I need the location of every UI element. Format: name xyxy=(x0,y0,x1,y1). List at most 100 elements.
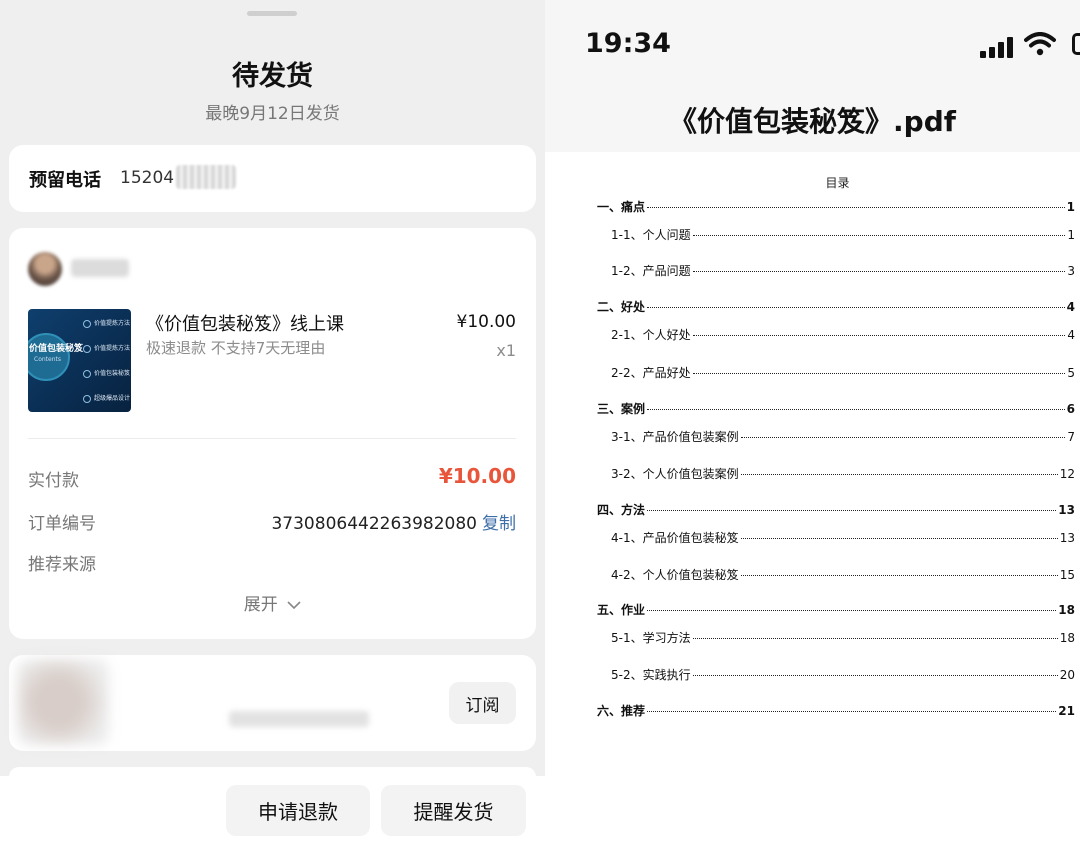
order-detail-sheet: 待发货 最晚9月12日发货 预留电话 15204 价值包装秘笈 Contents… xyxy=(0,0,545,843)
order-number-row: 3730806442263982080 复制 xyxy=(271,509,516,534)
toc-entry-page: 4 xyxy=(1067,328,1075,342)
toc-entry-label: 六、推荐 xyxy=(597,704,646,718)
pdf-viewer: 19:34 《价值包装秘笈》.pdf 目录 一、痛点 1 1-1、个人问题 1 1-2、… xyxy=(545,0,1080,843)
toc-leader-dots xyxy=(740,437,1066,438)
status-icons xyxy=(980,32,1080,58)
toc-entry[interactable]: 1-2、产品问题 3 xyxy=(611,262,1075,279)
thumbnail-title: 价值包装秘笈 xyxy=(29,344,84,354)
toc-entry-label: 4-1、产品价值包装秘笈 xyxy=(611,531,739,545)
thumbnail-row: 价值提炼方法 xyxy=(83,318,131,328)
toc-entry[interactable]: 5-1、学习方法 18 xyxy=(611,629,1075,646)
toc-entry[interactable]: 2-1、个人好处 4 xyxy=(611,326,1075,343)
sheet-grab-handle[interactable] xyxy=(247,11,297,16)
seller-avatar[interactable] xyxy=(28,252,62,286)
toc-leader-dots xyxy=(647,409,1065,410)
thumbnail-row: 超级爆品设计 xyxy=(83,393,131,403)
toc-entry-label: 四、方法 xyxy=(597,503,646,517)
pdf-title: 《价值包装秘笈》.pdf xyxy=(669,105,956,138)
product-thumbnail[interactable]: 价值包装秘笈 Contents 价值提炼方法 价值提炼方法 价值包装秘笈 超级爆… xyxy=(28,309,131,412)
expand-toggle[interactable]: 展开 xyxy=(9,590,536,615)
toc-entry[interactable]: 4-1、产品价值包装秘笈 13 xyxy=(611,529,1075,546)
toc-entry[interactable]: 5-2、实践执行 20 xyxy=(611,666,1075,683)
toc-entry-page: 1 xyxy=(1066,200,1075,214)
battery-icon xyxy=(1072,33,1080,55)
phone-label: 预留电话 xyxy=(29,170,101,191)
toc-entry[interactable]: 五、作业 18 xyxy=(597,601,1075,618)
toc-entry-label: 2-2、产品好处 xyxy=(611,366,691,380)
order-number-value: 3730806442263982080 xyxy=(271,514,477,534)
copy-button[interactable]: 复制 xyxy=(482,514,516,534)
pdf-header: 19:34 《价值包装秘笈》.pdf xyxy=(545,0,1080,152)
toc-entry-page: 5 xyxy=(1067,366,1075,380)
ship-deadline: 最晚9月12日发货 xyxy=(205,104,340,124)
toc-entry-label: 三、案例 xyxy=(597,402,646,416)
product-quantity: x1 xyxy=(496,341,516,360)
wifi-icon xyxy=(1024,32,1056,56)
toc-entry[interactable]: 一、痛点 1 xyxy=(597,198,1075,215)
recommend-card[interactable]: 订阅 xyxy=(9,655,536,751)
divider xyxy=(28,438,516,439)
toc-entry-label: 1-2、产品问题 xyxy=(611,264,691,278)
toc-leader-dots xyxy=(647,510,1057,511)
toc-leader-dots xyxy=(692,638,1058,639)
toc-leader-dots xyxy=(647,207,1065,208)
recommend-avatar-redacted xyxy=(17,659,109,745)
recommend-text-redacted xyxy=(229,711,369,727)
toc-leader-dots xyxy=(740,474,1058,475)
toc-entry-page: 18 xyxy=(1059,631,1075,645)
toc-leader-dots xyxy=(740,575,1058,576)
toc-entry-page: 6 xyxy=(1066,402,1075,416)
phone-card: 预留电话 15204 xyxy=(9,145,536,212)
toc-entry-page: 20 xyxy=(1059,668,1075,682)
toc-leader-dots xyxy=(692,373,1066,374)
toc-entry-page: 3 xyxy=(1067,264,1075,278)
toc-entry-page: 13 xyxy=(1058,503,1075,517)
toc-entry[interactable]: 三、案例 6 xyxy=(597,400,1075,417)
toc-entry[interactable]: 3-1、产品价值包装案例 7 xyxy=(611,428,1075,445)
toc-entry-page: 1 xyxy=(1067,228,1075,242)
toc-entry-label: 二、好处 xyxy=(597,300,646,314)
toc-entry-page: 15 xyxy=(1059,568,1075,582)
product-price: ¥10.00 xyxy=(456,312,516,332)
toc-entry[interactable]: 二、好处 4 xyxy=(597,298,1075,315)
product-tags: 极速退款 不支持7天无理由 xyxy=(146,339,326,357)
toc-entry-label: 2-1、个人好处 xyxy=(611,328,691,342)
toc-entry-page: 7 xyxy=(1067,430,1075,444)
refund-button[interactable]: 申请退款 xyxy=(226,785,370,836)
toc-entry-page: 18 xyxy=(1058,603,1075,617)
remind-ship-button[interactable]: 提醒发货 xyxy=(381,785,526,836)
thumbnail-row: 价值提炼方法 xyxy=(83,343,131,353)
phone-redaction xyxy=(176,165,236,189)
toc-entry[interactable]: 1-1、个人问题 1 xyxy=(611,226,1075,243)
status-time: 19:34 xyxy=(585,28,671,59)
expand-label: 展开 xyxy=(243,595,278,615)
toc-heading: 目录 xyxy=(825,176,850,190)
bottom-action-bar: 申请退款 提醒发货 xyxy=(0,776,545,843)
chevron-down-icon xyxy=(287,600,301,609)
toc-entry-label: 1-1、个人问题 xyxy=(611,228,691,242)
toc-entry[interactable]: 六、推荐 21 xyxy=(597,702,1075,719)
thumbnail-subtitle: Contents xyxy=(34,356,61,363)
seller-name-redacted[interactable] xyxy=(71,259,129,277)
toc-entry-page: 12 xyxy=(1059,467,1075,481)
toc-entry-label: 4-2、个人价值包装秘笈 xyxy=(611,568,739,582)
toc-entry-label: 3-1、产品价值包装案例 xyxy=(611,430,739,444)
toc-entry[interactable]: 3-2、个人价值包装案例 12 xyxy=(611,465,1075,482)
toc-leader-dots xyxy=(692,235,1066,236)
toc-leader-dots xyxy=(647,307,1065,308)
toc-entry[interactable]: 4-2、个人价值包装秘笈 15 xyxy=(611,566,1075,583)
subscribe-button[interactable]: 订阅 xyxy=(449,682,516,724)
toc-entry-page: 13 xyxy=(1059,531,1075,545)
order-number-label: 订单编号 xyxy=(28,514,96,534)
toc-entry-label: 一、痛点 xyxy=(597,200,646,214)
toc-leader-dots xyxy=(692,675,1058,676)
toc-leader-dots xyxy=(647,610,1057,611)
thumbnail-row: 价值包装秘笈 xyxy=(83,368,131,378)
toc-entry[interactable]: 四、方法 13 xyxy=(597,501,1075,518)
sheet-title: 待发货 xyxy=(232,61,313,92)
toc-entry-label: 5-1、学习方法 xyxy=(611,631,691,645)
toc-entry[interactable]: 2-2、产品好处 5 xyxy=(611,364,1075,381)
pdf-page[interactable]: 目录 一、痛点 1 1-1、个人问题 1 1-2、产品问题 3 二、好处 4 2-1、个人好处 4… xyxy=(545,152,1080,843)
toc-entry-label: 3-2、个人价值包装案例 xyxy=(611,467,739,481)
product-name[interactable]: 《价值包装秘笈》线上课 xyxy=(146,310,344,336)
